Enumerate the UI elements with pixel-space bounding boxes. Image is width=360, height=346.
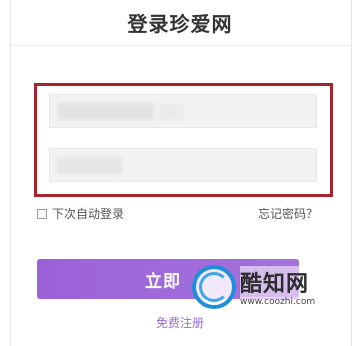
left-frame-line <box>10 0 11 346</box>
watermark-url: www.coozhi.com <box>240 297 316 307</box>
username-field[interactable] <box>49 94 320 129</box>
password-field[interactable] <box>49 148 320 183</box>
remember-label: 下次自动登录 <box>52 207 125 221</box>
remember-me[interactable]: 下次自动登录 <box>37 205 124 222</box>
login-button-label: 立即 <box>145 271 181 292</box>
username-input[interactable] <box>50 95 320 129</box>
right-frame-line <box>351 0 352 346</box>
page-title: 登录珍爱网 <box>127 12 233 36</box>
title-divider <box>11 45 351 46</box>
watermark-name: 酷知网 <box>240 266 310 298</box>
watermark-logo: 酷知网 www.coozhi.com <box>184 252 320 322</box>
forgot-password-link[interactable]: 忘记密码？ <box>258 205 318 222</box>
password-input[interactable] <box>50 149 320 183</box>
remember-checkbox[interactable] <box>37 208 47 219</box>
coozhi-logo-inner-icon <box>199 272 229 302</box>
